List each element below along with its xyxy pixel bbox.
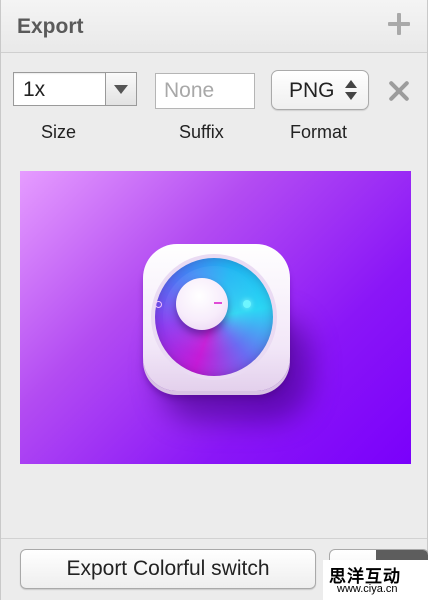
remove-icon[interactable] [388, 80, 410, 102]
suffix-input[interactable] [155, 73, 255, 109]
export-preview [20, 171, 411, 464]
format-label: Format [290, 122, 348, 142]
up-down-arrows-icon [345, 80, 357, 100]
export-button[interactable]: Export Colorful switch [20, 549, 316, 589]
size-select[interactable]: 1x [13, 72, 137, 106]
dial-knob [176, 278, 228, 330]
export-panel: Export 1x PNG Size Suffix Format Export … [0, 0, 428, 600]
format-select[interactable]: PNG [271, 70, 369, 110]
size-value: 1x [23, 78, 46, 101]
on-indicator-dot [243, 300, 251, 308]
colorful-switch-app-icon [143, 244, 290, 391]
chevron-down-icon[interactable] [105, 73, 136, 105]
watermark-url: www.ciya.cn [337, 583, 398, 595]
export-header: Export [1, 0, 427, 53]
format-value: PNG [289, 79, 335, 102]
off-indicator-dot [155, 301, 162, 308]
knob-marker [214, 302, 222, 304]
suffix-label: Suffix [179, 122, 224, 142]
size-label: Size [41, 122, 77, 142]
watermark: 思洋互动 www.ciya.cn [323, 560, 428, 600]
export-title: Export [17, 15, 84, 38]
add-icon[interactable] [388, 13, 410, 35]
